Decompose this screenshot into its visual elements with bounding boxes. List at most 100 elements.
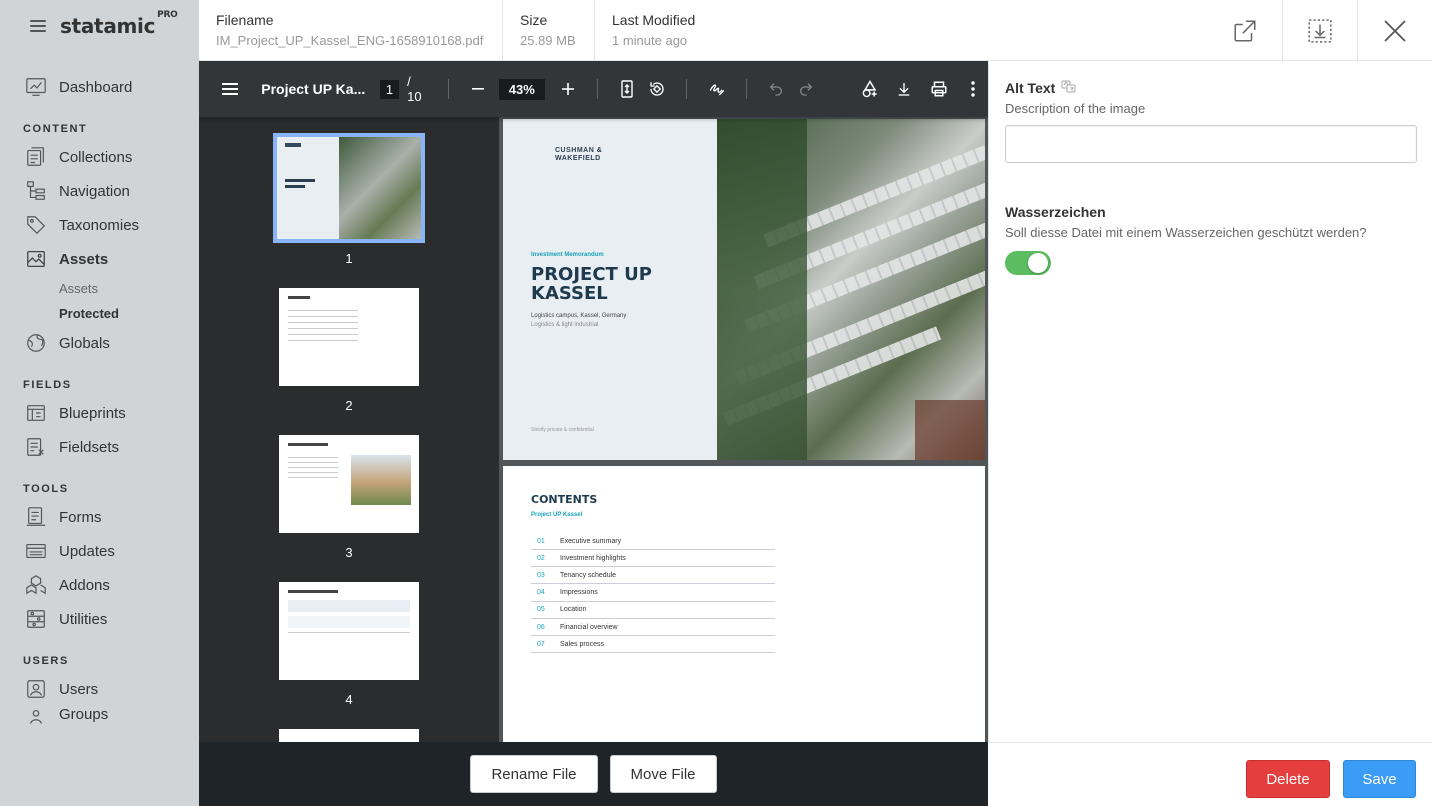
sidebar-item-blueprints[interactable]: Blueprints — [0, 396, 199, 430]
annotate-button[interactable] — [701, 73, 731, 105]
sidebar-subitem-protected[interactable]: Protected — [0, 301, 199, 326]
company-logo: CUSHMAN & WAKEFIELD — [555, 147, 602, 163]
toc-title: Location — [560, 606, 587, 614]
pdf-viewer: Project UP Ka... 1 / 10 43% 1 2 3 4 CUSH… — [199, 61, 988, 742]
pdf-title: Project UP Ka... — [261, 81, 366, 97]
sidebar-item-assets[interactable]: Assets — [0, 242, 199, 276]
move-file-button[interactable]: Move File — [609, 755, 717, 793]
rename-file-button[interactable]: Rename File — [470, 755, 598, 793]
zoom-input[interactable]: 43% — [498, 78, 545, 100]
sidebar-subitem-assets[interactable]: Assets — [0, 276, 199, 301]
close-icon — [1384, 19, 1406, 42]
size-label: Size — [520, 12, 548, 28]
thumbnail-page-3[interactable] — [279, 435, 419, 533]
toc-number: 03 — [537, 571, 545, 579]
sidebar-item-label: Assets — [59, 250, 109, 268]
close-button[interactable] — [1357, 0, 1432, 61]
sidebar-item-label: Taxonomies — [59, 216, 140, 234]
alt-text-label-text: Alt Text — [1005, 80, 1056, 96]
pdf-toolbar: Project UP Ka... 1 / 10 43% — [199, 61, 988, 117]
open-external-button[interactable] — [1207, 0, 1282, 61]
toc-title: Tenancy schedule — [560, 571, 617, 579]
subtitle-line: Logistics & light industrial — [531, 322, 599, 328]
zoom-in-button[interactable] — [553, 73, 583, 105]
sidebar-item-label: Updates — [59, 542, 115, 560]
cover-footer: Strictly private & confidential — [531, 427, 594, 433]
more-options-button[interactable] — [958, 73, 988, 105]
watermark-label: Wasserzeichen — [1005, 204, 1106, 220]
sidebar-item-fieldsets[interactable]: Fieldsets — [0, 430, 199, 464]
sidebar-item-label: Forms — [59, 508, 102, 526]
tag-icon — [27, 216, 46, 235]
sidebar-section-tools: TOOLS — [23, 483, 69, 495]
save-button[interactable]: Save — [1343, 760, 1416, 798]
more-vertical-icon — [971, 81, 975, 97]
heading-line: PROJECT UP — [531, 264, 652, 285]
thumbnail-page-4[interactable] — [279, 582, 419, 680]
brand-logo[interactable]: statamic PRO — [60, 10, 178, 38]
brand-name: statamic — [60, 14, 156, 38]
download-button[interactable] — [1282, 0, 1357, 61]
sidebar-section-fields: FIELDS — [23, 379, 72, 391]
modified-meta: Last Modified 1 minute ago — [595, 0, 795, 61]
download-icon — [899, 83, 910, 96]
pdf-menu-button[interactable] — [215, 73, 245, 105]
sidebar-item-globals[interactable]: Globals — [0, 326, 199, 360]
asset-fields-panel: Alt Text Description of the image Wasser… — [988, 61, 1432, 742]
pdf-download-button[interactable] — [889, 73, 919, 105]
toc-title: Financial overview — [560, 623, 618, 631]
sidebar: statamic PRO Dashboard CONTENT Collection… — [0, 0, 199, 806]
thumbnail-page-2[interactable] — [279, 288, 419, 386]
watermark-toggle[interactable] — [1005, 251, 1051, 275]
fit-page-icon — [621, 80, 633, 98]
addons-icon — [26, 575, 46, 595]
blueprint-icon — [27, 405, 45, 421]
redo-button[interactable] — [791, 73, 821, 105]
add-text-button[interactable] — [855, 73, 885, 105]
toc-number: 05 — [537, 606, 545, 614]
toc-heading: CONTENTS — [531, 493, 598, 506]
fit-page-button[interactable] — [612, 73, 642, 105]
watermark-description: Soll diesse Datei mit einem Wasserzeiche… — [1005, 225, 1367, 240]
toc-number: 06 — [537, 623, 545, 631]
menu-toggle-icon[interactable] — [30, 20, 46, 32]
sidebar-item-dashboard[interactable]: Dashboard — [0, 70, 199, 104]
brand-tier: PRO — [157, 10, 178, 21]
sidebar-item-label: Blueprints — [59, 404, 126, 422]
viewer-footer: Rename File Move File — [199, 742, 988, 806]
menu-icon — [222, 83, 239, 95]
thumbnail-page-5[interactable] — [279, 729, 419, 742]
sidebar-item-label: Globals — [59, 334, 110, 352]
zoom-out-button[interactable] — [463, 73, 493, 105]
sidebar-item-navigation[interactable]: Navigation — [0, 174, 199, 208]
forms-icon — [26, 507, 46, 526]
delete-button[interactable]: Delete — [1246, 760, 1330, 798]
sidebar-item-utilities[interactable]: Utilities — [0, 602, 199, 636]
sidebar-item-label: Navigation — [59, 182, 130, 200]
undo-button[interactable] — [761, 73, 791, 105]
heading-line: KASSEL — [531, 283, 608, 304]
sidebar-item-forms[interactable]: Forms — [0, 500, 199, 534]
sidebar-item-taxonomies[interactable]: Taxonomies — [0, 208, 199, 242]
print-button[interactable] — [924, 73, 954, 105]
alt-text-input[interactable] — [1005, 125, 1417, 163]
toc-row: 06 Financial overview — [531, 619, 775, 636]
sidebar-item-users[interactable]: Users — [0, 672, 199, 706]
logo-line: WAKEFIELD — [555, 155, 601, 162]
sidebar-item-label: Collections — [59, 148, 133, 166]
groups-icon — [29, 709, 43, 724]
toolbar-divider — [447, 79, 449, 99]
sidebar-item-updates[interactable]: Updates — [0, 534, 199, 568]
print-icon — [931, 81, 947, 97]
sidebar-item-addons[interactable]: Addons — [0, 568, 199, 602]
filename-meta: Filename IM_Project_UP_Kassel_ENG-165891… — [199, 0, 503, 61]
rotate-button[interactable] — [642, 73, 672, 105]
rotate-icon — [650, 82, 664, 96]
sidebar-item-collections[interactable]: Collections — [0, 140, 199, 174]
thumbnail-page-1[interactable] — [273, 133, 425, 243]
dashboard-icon — [26, 78, 46, 96]
sidebar-item-groups[interactable]: Groups — [0, 706, 199, 726]
minus-icon — [471, 88, 484, 90]
redo-icon — [799, 83, 813, 96]
page-number-input[interactable]: 1 — [379, 79, 400, 99]
